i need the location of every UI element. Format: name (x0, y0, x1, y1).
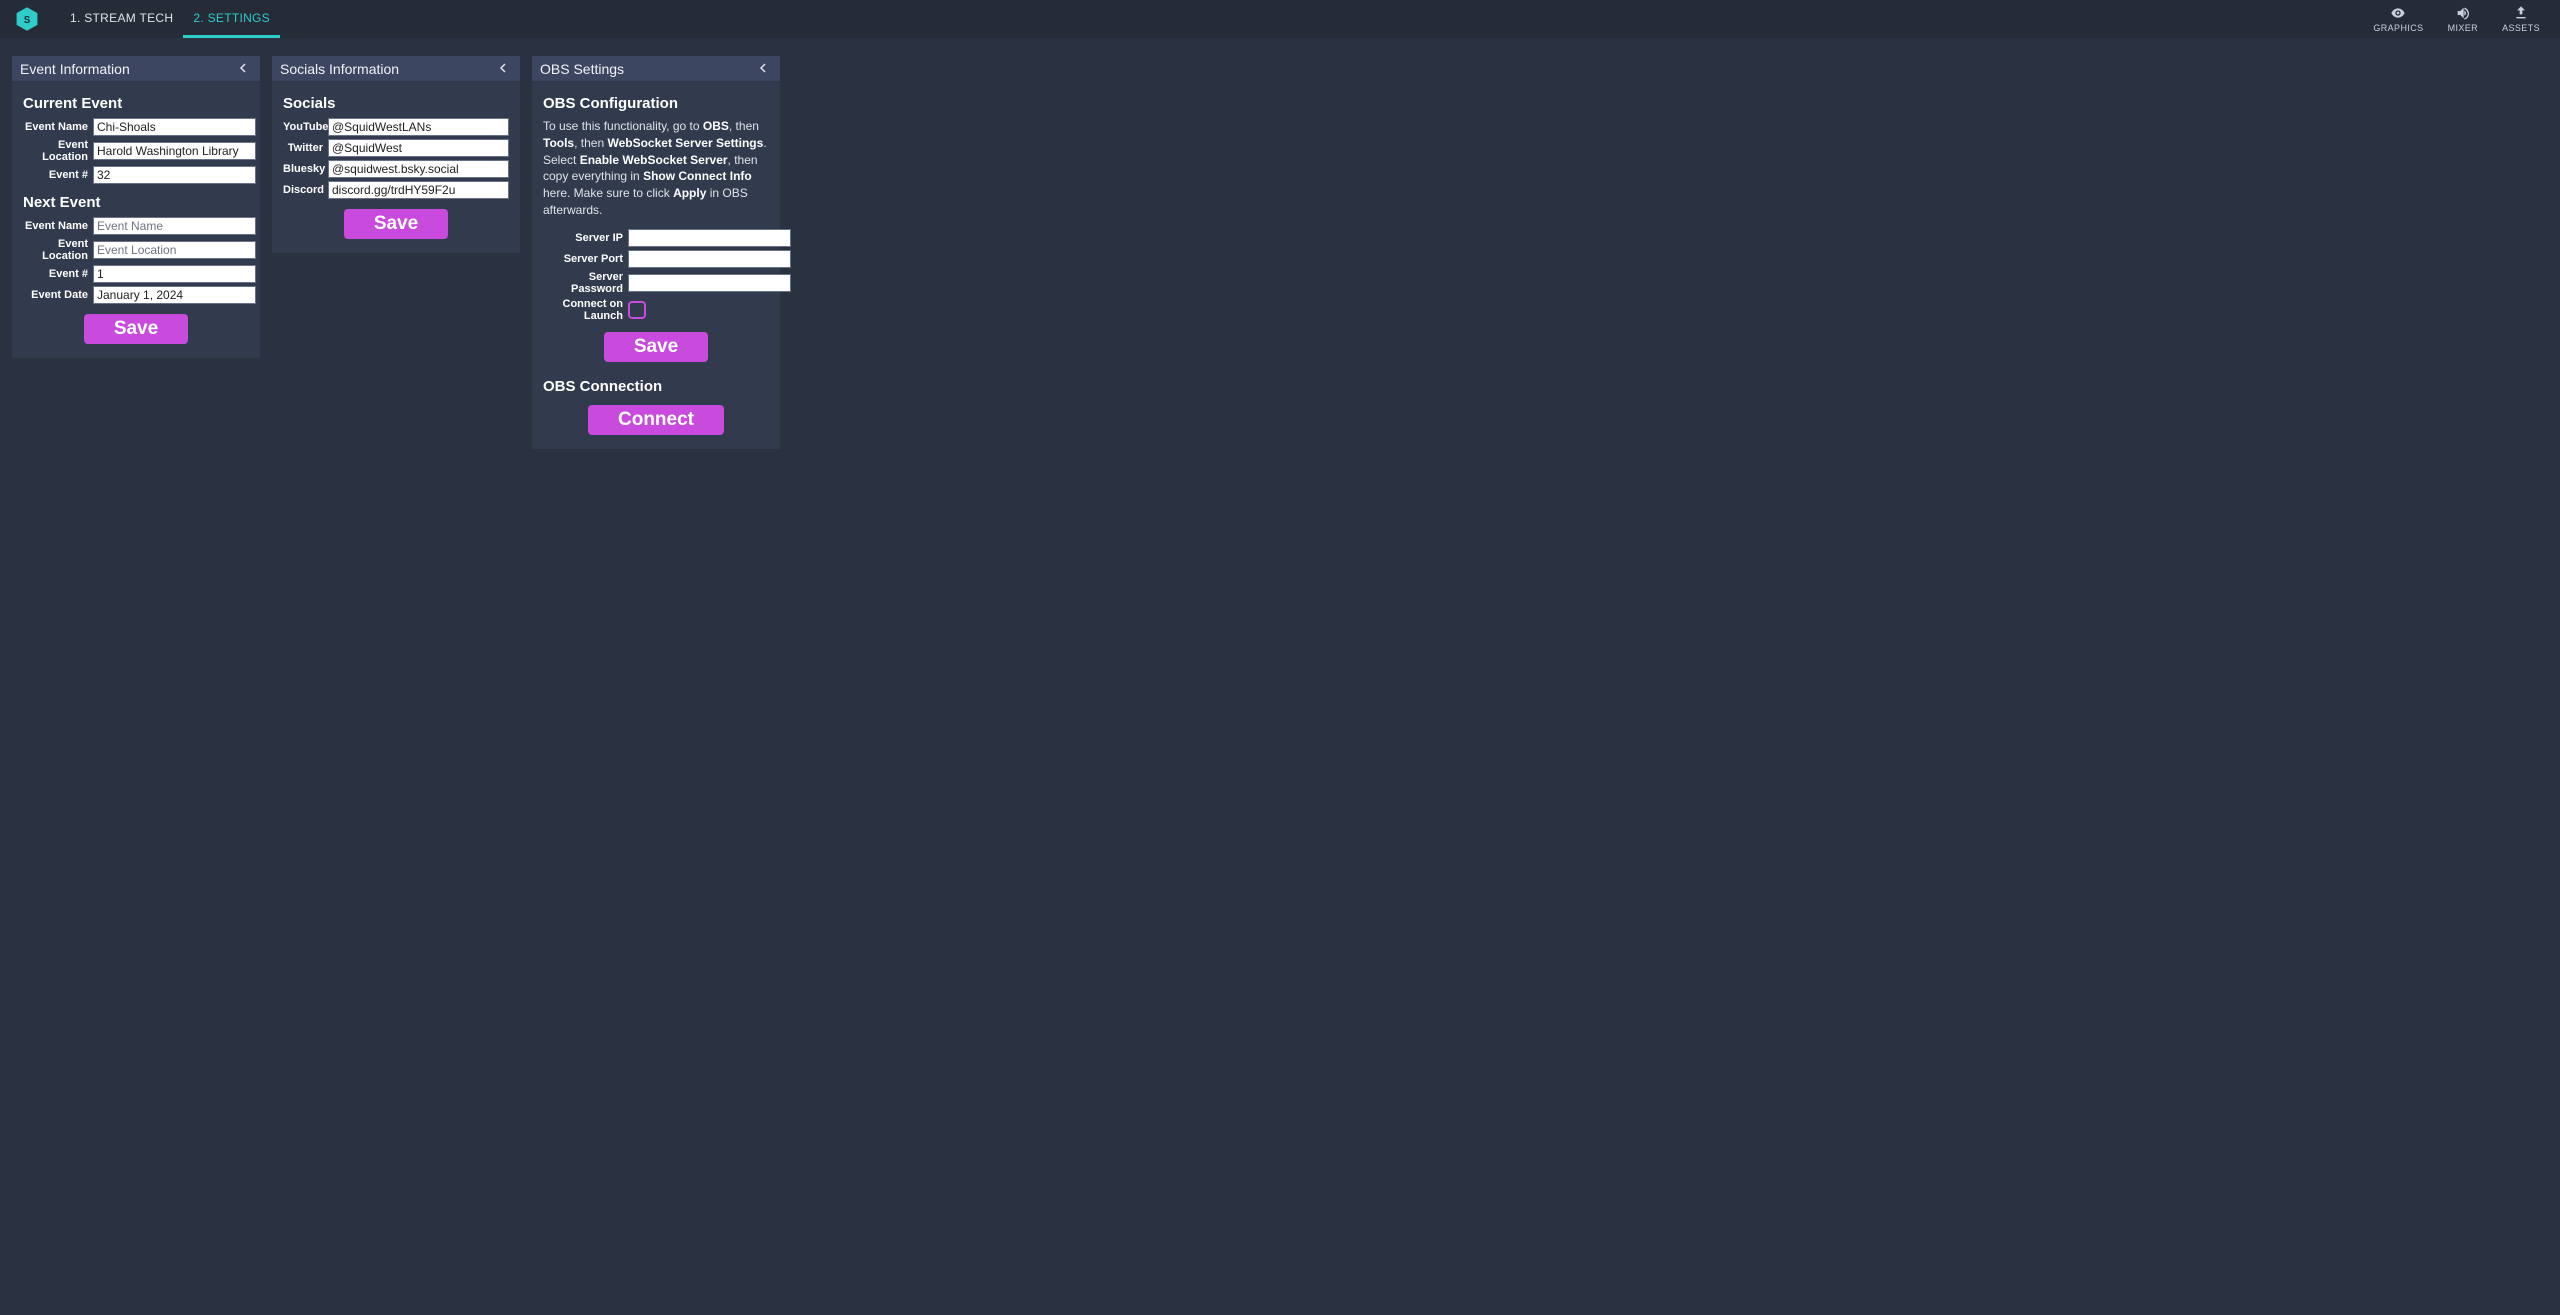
server-ip-input[interactable] (628, 229, 791, 247)
next-event-date-row: Event Date (23, 286, 249, 304)
obs-config-heading: OBS Configuration (543, 95, 769, 112)
eye-icon (2390, 5, 2406, 21)
discord-row: Discord (283, 181, 509, 199)
current-event-heading: Current Event (23, 95, 249, 112)
youtube-input[interactable] (328, 118, 509, 136)
next-event-name-input[interactable] (93, 217, 256, 235)
chevron-left-icon (238, 63, 248, 73)
current-event-name-label: Event Name (23, 121, 93, 133)
next-event-location-input[interactable] (93, 241, 256, 259)
current-event-name-input[interactable] (93, 118, 256, 136)
obs-panel-body: OBS Configuration To use this functional… (532, 81, 780, 449)
current-event-location-label: Event Location (23, 139, 93, 163)
obs-save-button[interactable]: Save (604, 332, 708, 362)
socials-heading: Socials (283, 95, 509, 112)
event-info-panel: Event Information Current Event Event Na… (12, 56, 260, 358)
server-port-label: Server Port (543, 253, 628, 265)
socials-collapse-button[interactable] (494, 61, 512, 76)
obs-help-text: To use this functionality, go to OBS, th… (543, 118, 769, 219)
bluesky-input[interactable] (328, 160, 509, 178)
connect-launch-label: Connect on Launch (543, 298, 628, 322)
twitter-label: Twitter (283, 142, 328, 154)
next-event-location-row: Event Location (23, 238, 249, 262)
assets-button[interactable]: ASSETS (2500, 3, 2542, 35)
event-panel-body: Current Event Event Name Event Location … (12, 81, 260, 358)
volume-icon (2455, 5, 2471, 21)
socials-panel-body: Socials YouTube Twitter Bluesky Discord … (272, 81, 520, 253)
obs-connection-heading: OBS Connection (543, 378, 769, 395)
next-event-number-row: Event # (23, 265, 249, 283)
current-event-location-row: Event Location (23, 139, 249, 163)
svg-text:S: S (24, 15, 31, 26)
current-event-location-input[interactable] (93, 142, 256, 160)
current-event-number-row: Event # (23, 166, 249, 184)
header-right: GRAPHICS MIXER ASSETS (2371, 0, 2548, 38)
twitter-row: Twitter (283, 139, 509, 157)
event-panel-title: Event Information (20, 61, 130, 77)
chevron-left-icon (758, 63, 768, 73)
obs-panel: OBS Settings OBS Configuration To use th… (532, 56, 780, 449)
server-port-row: Server Port (543, 250, 769, 268)
twitter-input[interactable] (328, 139, 509, 157)
server-password-row: Server Password (543, 271, 769, 295)
server-ip-row: Server IP (543, 229, 769, 247)
current-event-number-label: Event # (23, 169, 93, 181)
socials-panel-title: Socials Information (280, 61, 399, 77)
obs-save-row: Save (543, 332, 769, 362)
connect-launch-checkbox[interactable] (628, 301, 646, 319)
next-event-number-input[interactable] (93, 265, 256, 283)
next-event-location-label: Event Location (23, 238, 93, 262)
event-save-row: Save (23, 314, 249, 344)
socials-panel-header: Socials Information (272, 56, 520, 81)
server-ip-label: Server IP (543, 232, 628, 244)
obs-panel-title: OBS Settings (540, 61, 624, 77)
event-panel-header: Event Information (12, 56, 260, 81)
bluesky-label: Bluesky (283, 163, 328, 175)
obs-panel-header: OBS Settings (532, 56, 780, 81)
tab-settings[interactable]: 2. SETTINGS (183, 0, 280, 38)
socials-save-row: Save (283, 209, 509, 239)
workspace: Event Information Current Event Event Na… (0, 38, 2560, 467)
upload-icon (2513, 5, 2529, 21)
header-left: S 1. STREAM TECH 2. SETTINGS (12, 0, 280, 38)
next-event-date-input[interactable] (93, 286, 256, 304)
current-event-number-input[interactable] (93, 166, 256, 184)
next-event-number-label: Event # (23, 268, 93, 280)
youtube-row: YouTube (283, 118, 509, 136)
mixer-button[interactable]: MIXER (2446, 3, 2481, 35)
app-header: S 1. STREAM TECH 2. SETTINGS GRAPHICS MI… (0, 0, 2560, 38)
current-event-name-row: Event Name (23, 118, 249, 136)
mixer-label: MIXER (2448, 23, 2479, 33)
obs-connect-row: Connect (543, 405, 769, 435)
connect-launch-row: Connect on Launch (543, 298, 769, 322)
server-password-input[interactable] (628, 274, 791, 292)
obs-collapse-button[interactable] (754, 61, 772, 76)
assets-label: ASSETS (2502, 23, 2540, 33)
nav-tabs: 1. STREAM TECH 2. SETTINGS (60, 0, 280, 38)
server-password-label: Server Password (543, 271, 628, 295)
graphics-label: GRAPHICS (2373, 23, 2423, 33)
next-event-heading: Next Event (23, 194, 249, 211)
socials-save-button[interactable]: Save (344, 209, 448, 239)
graphics-button[interactable]: GRAPHICS (2371, 3, 2425, 35)
discord-input[interactable] (328, 181, 509, 199)
chevron-left-icon (498, 63, 508, 73)
next-event-name-row: Event Name (23, 217, 249, 235)
next-event-name-label: Event Name (23, 220, 93, 232)
event-save-button[interactable]: Save (84, 314, 188, 344)
next-event-date-label: Event Date (23, 289, 93, 301)
obs-connect-button[interactable]: Connect (588, 405, 724, 435)
app-logo: S (12, 4, 42, 34)
socials-panel: Socials Information Socials YouTube Twit… (272, 56, 520, 253)
tab-stream-tech[interactable]: 1. STREAM TECH (60, 0, 183, 38)
event-collapse-button[interactable] (234, 61, 252, 76)
youtube-label: YouTube (283, 121, 328, 133)
discord-label: Discord (283, 184, 328, 196)
server-port-input[interactable] (628, 250, 791, 268)
bluesky-row: Bluesky (283, 160, 509, 178)
